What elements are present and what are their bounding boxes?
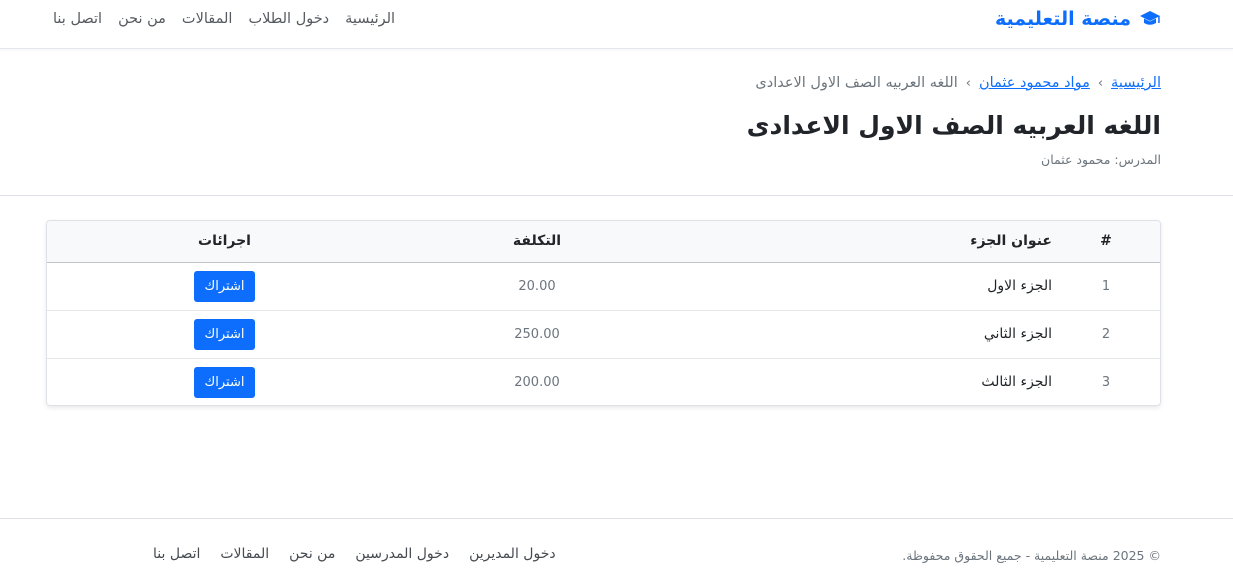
- subscribe-button[interactable]: اشتراك: [194, 366, 255, 398]
- header-title: عنوان الجزء: [672, 221, 1052, 263]
- graduation-cap-icon: [1139, 9, 1161, 29]
- subscribe-button[interactable]: اشتراك: [194, 318, 255, 350]
- header-actions: اجرائات: [47, 221, 402, 263]
- nav-link-contact[interactable]: اتصل بنا: [53, 11, 102, 27]
- footer-link-admin-login[interactable]: دخول المديرين: [469, 546, 556, 562]
- brand-name: منصة التعليمية: [994, 8, 1131, 30]
- nav-links: الرئيسية دخول الطلاب المقالات من نحن اتص…: [53, 11, 395, 27]
- footer-link-articles[interactable]: المقالات: [220, 546, 269, 562]
- row-cost: 200.00: [514, 374, 560, 390]
- top-navbar: منصة التعليمية الرئيسية دخول الطلاب المق…: [0, 0, 1233, 49]
- footer-link-contact[interactable]: اتصل بنا: [153, 546, 200, 562]
- header-cost: التكلفة: [402, 221, 672, 263]
- footer-link-teacher-login[interactable]: دخول المدرسين: [355, 546, 449, 562]
- footer-links: دخول المديرين دخول المدرسين من نحن المقا…: [153, 546, 556, 562]
- table-header-row: # عنوان الجزء التكلفة اجرائات: [47, 221, 1160, 263]
- table-row: 2 الجزء الثاني 250.00 اشتراك: [47, 310, 1160, 358]
- row-title: الجزء الثاني: [983, 326, 1052, 342]
- nav-link-home[interactable]: الرئيسية: [345, 11, 395, 27]
- header-num: #: [1052, 221, 1160, 263]
- row-num: 3: [1101, 374, 1111, 390]
- row-cost: 20.00: [518, 278, 556, 294]
- row-actions: اشتراك: [47, 358, 402, 405]
- footer-link-about[interactable]: من نحن: [289, 546, 335, 562]
- row-title: الجزء الثالث: [981, 374, 1052, 391]
- breadcrumb-home[interactable]: الرئيسية: [1111, 75, 1161, 91]
- breadcrumb-current: اللغه العربيه الصف الاول الاعدادى: [755, 75, 958, 91]
- row-num: 1: [1101, 278, 1111, 294]
- table-row: 3 الجزء الثالث 200.00 اشتراك: [47, 358, 1160, 405]
- parts-table-card: # عنوان الجزء التكلفة اجرائات 1 الجزء ال…: [46, 220, 1161, 406]
- row-actions: اشتراك: [47, 262, 402, 310]
- nav-link-about[interactable]: من نحن: [118, 11, 166, 27]
- subscribe-button[interactable]: اشتراك: [194, 270, 255, 302]
- breadcrumb-separator: ›: [1097, 75, 1104, 91]
- copyright-text: © 2025 منصة التعليمية - جميع الحقوق محفو…: [902, 548, 1161, 563]
- footer: © 2025 منصة التعليمية - جميع الحقوق محفو…: [0, 518, 1233, 582]
- teacher-name: المدرس: محمود عثمان: [1041, 152, 1161, 167]
- page-title: اللغه العربيه الصف الاول الاعدادى: [746, 111, 1161, 140]
- breadcrumb: الرئيسية › مواد محمود عثمان › اللغه العر…: [755, 75, 1161, 91]
- nav-link-articles[interactable]: المقالات: [182, 11, 233, 27]
- parts-table: # عنوان الجزء التكلفة اجرائات 1 الجزء ال…: [47, 221, 1160, 405]
- table-row: 1 الجزء الاول 20.00 اشتراك: [47, 262, 1160, 310]
- row-cost: 250.00: [514, 326, 560, 342]
- row-title: الجزء الاول: [987, 278, 1052, 294]
- page-header: الرئيسية › مواد محمود عثمان › اللغه العر…: [0, 49, 1233, 196]
- row-num: 2: [1101, 326, 1111, 342]
- breadcrumb-separator: ›: [965, 75, 971, 91]
- nav-link-student-login[interactable]: دخول الطلاب: [248, 11, 329, 27]
- brand-logo[interactable]: منصة التعليمية: [995, 8, 1161, 30]
- breadcrumb-teacher-subjects[interactable]: مواد محمود عثمان: [979, 75, 1090, 91]
- row-actions: اشتراك: [47, 310, 402, 358]
